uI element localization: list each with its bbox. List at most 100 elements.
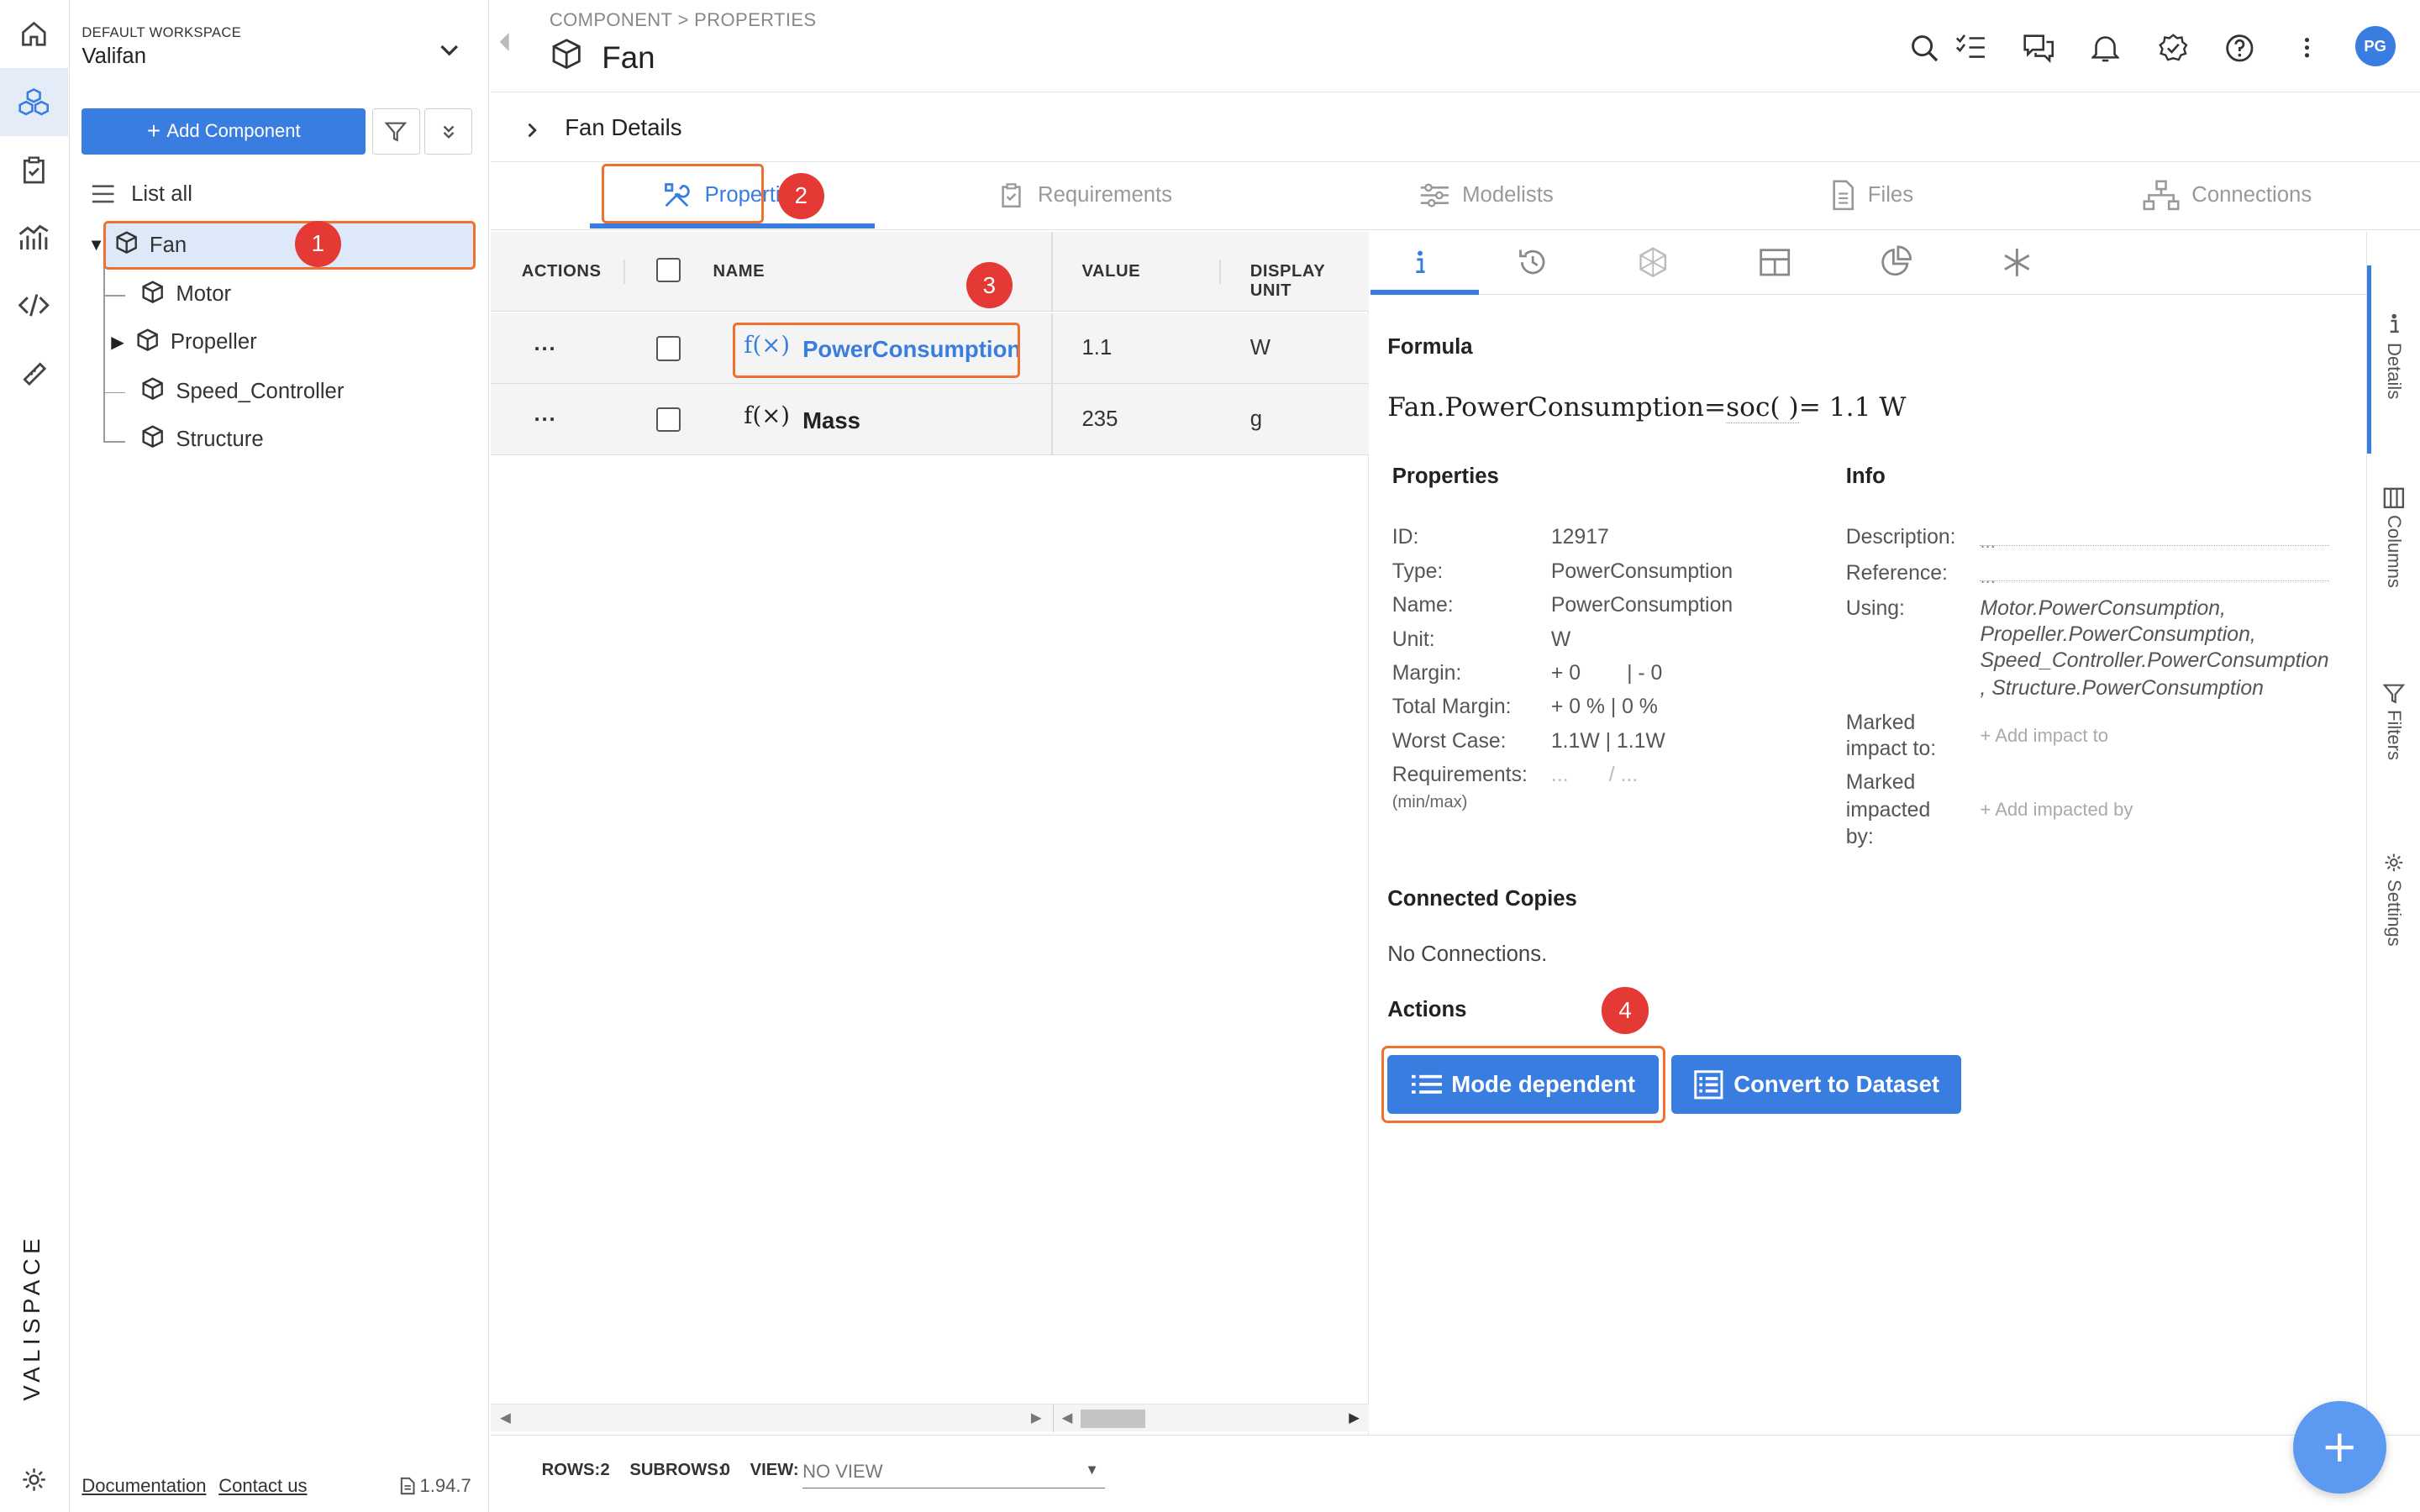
component-cube-icon bbox=[114, 230, 139, 260]
workspace-name[interactable]: Valifan bbox=[82, 45, 146, 69]
documentation-link[interactable]: Documentation bbox=[82, 1475, 206, 1497]
expand-all-button[interactable] bbox=[424, 108, 473, 155]
using-item[interactable]: , Structure.PowerConsumption bbox=[1980, 677, 2263, 701]
component-cube-icon bbox=[140, 424, 165, 454]
info-icon[interactable] bbox=[1402, 244, 1439, 281]
using-item[interactable]: Speed_Controller.PowerConsumption bbox=[1980, 649, 2328, 673]
rail-tab-label: Filters bbox=[2383, 709, 2405, 760]
components-icon[interactable] bbox=[0, 67, 68, 136]
rail-tab-columns[interactable]: Columns bbox=[2367, 487, 2420, 588]
asterisk-icon[interactable] bbox=[1999, 244, 2036, 281]
scroll-left-icon[interactable]: ◀ bbox=[1062, 1410, 1073, 1426]
rail-tab-settings[interactable]: Settings bbox=[2367, 852, 2420, 947]
tab-files[interactable]: Files bbox=[1756, 162, 1988, 228]
info-key: Using: bbox=[1845, 596, 1905, 620]
tree-line bbox=[103, 255, 105, 444]
column-header-display-unit[interactable]: DISPLAY UNIT bbox=[1250, 262, 1369, 301]
using-item[interactable]: Propeller.PowerConsumption, bbox=[1980, 623, 2255, 647]
info-key: impacted bbox=[1845, 799, 1931, 822]
property-value[interactable]: 1.1 bbox=[1082, 336, 1113, 360]
chevron-down-icon[interactable] bbox=[437, 37, 461, 61]
brand-logo: VALISPACE bbox=[18, 1234, 45, 1401]
history-icon[interactable] bbox=[1514, 244, 1551, 281]
add-fab-button[interactable] bbox=[2293, 1400, 2386, 1494]
row-actions-menu[interactable]: ... bbox=[534, 402, 556, 427]
help-icon[interactable] bbox=[2223, 31, 2256, 65]
scrollbar-thumb[interactable] bbox=[1080, 1409, 1145, 1428]
list-all-item[interactable]: List all bbox=[91, 182, 192, 207]
horizontal-scrollbar[interactable]: ◀ ▶ ◀ ▶ bbox=[491, 1404, 1370, 1433]
filter-icon bbox=[385, 122, 407, 142]
add-component-button[interactable]: + Add Component bbox=[82, 108, 366, 155]
home-icon[interactable] bbox=[0, 0, 68, 68]
breadcrumb[interactable]: COMPONENT > PROPERTIES bbox=[550, 9, 817, 31]
pie-chart-icon[interactable] bbox=[1876, 244, 1913, 281]
scroll-left-icon[interactable]: ◀ bbox=[500, 1410, 511, 1426]
property-name[interactable]: Mass bbox=[802, 407, 860, 434]
convert-to-dataset-button[interactable]: Convert to Dataset bbox=[1671, 1055, 1962, 1115]
tree-item-propeller[interactable]: ▶ Propeller bbox=[111, 321, 257, 364]
reference-field[interactable]: ... bbox=[1980, 566, 2329, 587]
description-field[interactable]: ... bbox=[1980, 531, 2329, 552]
tab-modelists[interactable]: Modelists bbox=[1355, 162, 1618, 228]
check-badge-icon[interactable] bbox=[2156, 31, 2190, 65]
add-impact-to-link[interactable]: + Add impact to bbox=[1980, 725, 2107, 747]
property-unit[interactable]: g bbox=[1250, 407, 1262, 432]
bell-icon[interactable] bbox=[2088, 31, 2122, 65]
caret-right-icon[interactable]: ▶ bbox=[111, 332, 124, 353]
column-header-name[interactable]: NAME bbox=[713, 262, 765, 281]
row-checkbox[interactable] bbox=[655, 336, 681, 361]
select-all-checkbox[interactable] bbox=[655, 257, 681, 283]
mode-dependent-button[interactable]: Mode dependent bbox=[1387, 1055, 1660, 1115]
property-unit[interactable]: W bbox=[1250, 336, 1270, 360]
convert-to-dataset-label: Convert to Dataset bbox=[1733, 1071, 1940, 1098]
scroll-right-icon[interactable]: ▶ bbox=[1349, 1410, 1360, 1426]
search-icon[interactable] bbox=[1907, 31, 1941, 65]
scroll-right-icon[interactable]: ▶ bbox=[1031, 1410, 1042, 1426]
tab-requirements[interactable]: Requirements bbox=[954, 162, 1216, 228]
requirements-icon[interactable] bbox=[0, 136, 68, 204]
column-header-value[interactable]: VALUE bbox=[1082, 262, 1141, 281]
using-item[interactable]: Motor.PowerConsumption, bbox=[1980, 597, 2225, 621]
filter-button[interactable] bbox=[371, 108, 420, 155]
rail-tab-filters[interactable]: Filters bbox=[2367, 682, 2420, 760]
tree-item-speed-controller[interactable]: Speed_Controller bbox=[140, 370, 344, 413]
more-vertical-icon[interactable] bbox=[2291, 31, 2324, 65]
table-row[interactable]: ... f(×) PowerConsumption 1.1 W bbox=[491, 312, 1370, 385]
row-actions-menu[interactable]: ... bbox=[534, 332, 556, 356]
table-icon[interactable] bbox=[1756, 244, 1793, 281]
actions-title: Actions bbox=[1387, 998, 1467, 1022]
details-bar[interactable]: Fan Details bbox=[491, 94, 2420, 162]
tab-connections[interactable]: Connections bbox=[2112, 162, 2344, 228]
table-row[interactable]: ... f(×) Mass 235 g bbox=[491, 384, 1370, 455]
component-sidebar: DEFAULT WORKSPACE Valifan + Add Componen… bbox=[70, 0, 490, 1512]
active-panel-tab-indicator bbox=[1370, 290, 1479, 295]
column-header-actions[interactable]: ACTIONS bbox=[522, 262, 602, 281]
ruler-icon[interactable] bbox=[0, 339, 68, 407]
user-avatar[interactable]: PG bbox=[2354, 26, 2396, 66]
add-impacted-by-link[interactable]: + Add impacted by bbox=[1980, 799, 2133, 821]
tree-item-motor[interactable]: Motor bbox=[140, 273, 231, 316]
chat-icon[interactable] bbox=[2022, 31, 2055, 65]
analytics-icon[interactable] bbox=[0, 203, 68, 271]
tree-item-structure[interactable]: Structure bbox=[140, 418, 264, 461]
chevron-right-icon[interactable] bbox=[524, 118, 539, 146]
settings-gear-icon[interactable] bbox=[0, 1446, 68, 1512]
row-checkbox[interactable] bbox=[655, 407, 681, 433]
property-requirements-value[interactable]: ... / ... bbox=[1551, 764, 1638, 787]
properties-grid: ACTIONS NAME VALUE DISPLAY UNIT 3 ... f(… bbox=[491, 231, 1370, 1436]
tree-item-fan[interactable]: ▼ Fan bbox=[88, 223, 187, 266]
checklist-icon[interactable] bbox=[1954, 31, 1987, 65]
view-select[interactable]: NO VIEW ▼ bbox=[802, 1454, 1106, 1488]
rail-tab-details[interactable]: Details bbox=[2367, 312, 2420, 399]
collapse-sidebar-icon[interactable] bbox=[497, 31, 512, 60]
property-value[interactable]: 235 bbox=[1082, 407, 1118, 432]
property-margin-value[interactable]: + 0 | - 0 bbox=[1551, 662, 1662, 685]
caret-down-icon[interactable]: ▼ bbox=[88, 236, 105, 255]
contact-us-link[interactable]: Contact us bbox=[218, 1475, 307, 1497]
columns-icon bbox=[2383, 488, 2404, 509]
code-icon[interactable] bbox=[0, 271, 68, 339]
network-icon[interactable] bbox=[1634, 244, 1671, 281]
page-header: COMPONENT > PROPERTIES Fan PG bbox=[491, 0, 2420, 93]
formula-expression[interactable]: Fan.PowerConsumption=soc( )= 1.1 W bbox=[1387, 391, 1906, 423]
